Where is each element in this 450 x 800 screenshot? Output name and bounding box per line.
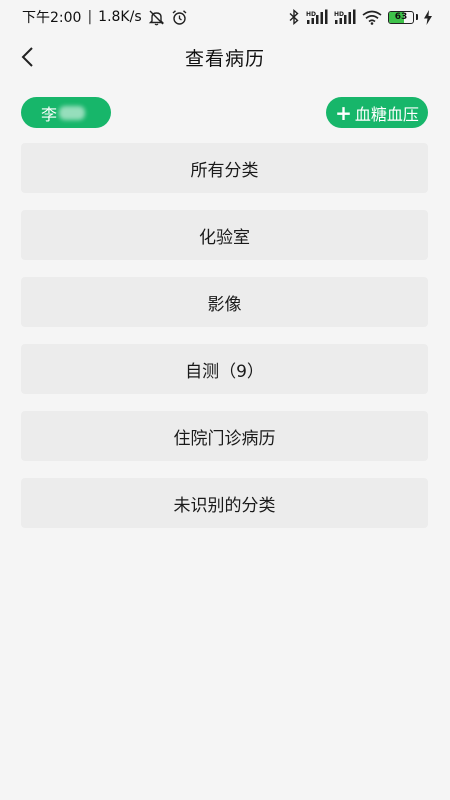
status-left: 下午2:00 | 1.8K/s bbox=[22, 7, 188, 27]
mute-bell-icon bbox=[148, 9, 165, 26]
category-self-test[interactable]: 自测（9） bbox=[21, 344, 428, 394]
chevron-left-icon bbox=[21, 47, 33, 67]
category-all[interactable]: 所有分类 bbox=[21, 143, 428, 193]
category-list: 所有分类 化验室 影像 自测（9） 住院门诊病历 未识别的分类 bbox=[21, 143, 428, 545]
battery-body: 63 bbox=[388, 10, 414, 24]
hd-signal-icon: HD bbox=[334, 9, 356, 25]
charging-icon bbox=[424, 9, 432, 25]
svg-text:HD: HD bbox=[306, 11, 316, 18]
add-button-label: 血糖血压 bbox=[354, 104, 419, 124]
category-unrecognized[interactable]: 未识别的分类 bbox=[21, 478, 428, 528]
battery-cap bbox=[416, 14, 418, 20]
status-right: HD HD 63 bbox=[288, 9, 432, 25]
add-blood-sugar-pressure-button[interactable]: + 血糖血压 bbox=[326, 97, 428, 128]
battery-icon: 63 bbox=[388, 10, 418, 24]
category-imaging[interactable]: 影像 bbox=[21, 277, 428, 327]
battery-level: 63 bbox=[394, 12, 408, 22]
alarm-icon bbox=[171, 9, 188, 26]
wifi-icon bbox=[362, 10, 382, 25]
page-title: 查看病历 bbox=[184, 47, 265, 70]
svg-text:HD: HD bbox=[334, 11, 344, 18]
patient-row: 李 + 血糖血压 bbox=[21, 97, 428, 129]
category-laboratory[interactable]: 化验室 bbox=[21, 210, 428, 260]
network-speed: 1.8K/s bbox=[98, 9, 142, 25]
plus-icon: + bbox=[335, 100, 352, 125]
redacted-name bbox=[59, 105, 86, 120]
status-time: 下午2:00 bbox=[22, 10, 82, 26]
bluetooth-icon bbox=[288, 9, 300, 25]
header: 查看病历 bbox=[0, 34, 450, 80]
back-button[interactable] bbox=[12, 40, 46, 74]
status-separator: | bbox=[87, 9, 93, 25]
status-bar: 下午2:00 | 1.8K/s HD HD 63 bbox=[0, 0, 450, 34]
patient-name: 李 bbox=[41, 104, 58, 124]
category-hospital-clinic-records[interactable]: 住院门诊病历 bbox=[21, 411, 428, 461]
patient-selector[interactable]: 李 bbox=[21, 97, 111, 128]
hd-signal-icon: HD bbox=[306, 9, 328, 25]
